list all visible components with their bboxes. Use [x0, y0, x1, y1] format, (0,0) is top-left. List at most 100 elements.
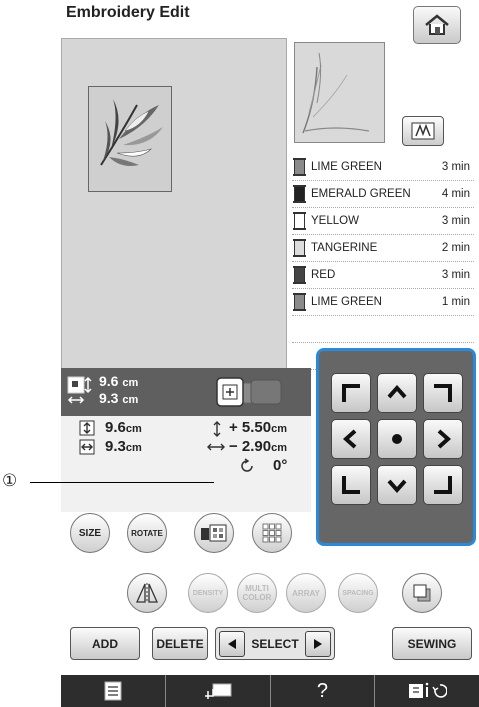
color-palette-icon: [201, 524, 227, 542]
design-height: 9.6: [105, 419, 126, 436]
thread-color-list: LIME GREEN 3 min EMERALD GREEN 4 min YEL…: [292, 154, 474, 370]
preview-icon: [411, 122, 435, 140]
select-next-button[interactable]: [305, 630, 331, 657]
color-name: TANGERINE: [311, 242, 378, 254]
leaf-design-icon: [100, 99, 163, 166]
mirror-icon: [135, 583, 159, 603]
size-button[interactable]: SIZE: [70, 513, 110, 553]
color-time: 4 min: [441, 188, 470, 200]
move-up-left-button[interactable]: [331, 373, 371, 413]
move-down-left-button[interactable]: [331, 465, 371, 505]
delete-label: DELETE: [156, 636, 204, 651]
move-arrow-panel: [316, 348, 476, 546]
center-dot-icon: [392, 434, 402, 444]
multi-color-label: MULTI COLOR: [242, 584, 272, 602]
spacing-label: SPACING: [342, 589, 374, 597]
mirror-button[interactable]: [127, 573, 167, 613]
color-row: LIME GREEN 3 min: [292, 154, 474, 181]
design-preview: [294, 42, 385, 143]
horizontal-offset-icon: [207, 443, 225, 451]
embroidery-design[interactable]: [88, 86, 172, 192]
chevron-left-icon: [342, 429, 357, 449]
move-up-right-button[interactable]: [423, 373, 463, 413]
color-row: LIME GREEN 1 min: [292, 289, 474, 316]
settings-icon: [409, 682, 448, 698]
size-label: SIZE: [78, 527, 102, 539]
height-unit: cm: [125, 423, 142, 435]
size-unit: cm: [122, 394, 139, 406]
grid-button[interactable]: [252, 513, 292, 553]
color-time: 3 min: [441, 161, 470, 173]
border-button[interactable]: [402, 573, 442, 613]
width-unit: cm: [125, 442, 142, 454]
vertical-offset: + 5.50: [229, 419, 272, 436]
thread-spool-icon: [293, 185, 306, 203]
home-icon: [425, 14, 449, 35]
settings-button[interactable]: [375, 675, 479, 707]
chevron-down-icon: [387, 479, 407, 494]
width-icon: [79, 439, 95, 455]
move-down-button[interactable]: [377, 465, 417, 505]
thread-spool-icon: [293, 293, 306, 311]
presser-foot-icon: [204, 683, 232, 699]
add-button[interactable]: ADD: [70, 627, 140, 660]
vertical-offset-icon: [213, 421, 221, 437]
add-label: ADD: [92, 636, 118, 651]
color-name: LIME GREEN: [311, 296, 382, 308]
color-time: 1 min: [441, 296, 470, 308]
sewing-label: SEWING: [407, 636, 457, 651]
position-info-area: 9.6cm 9.3cm + 5.50cm − 2.90cm 0°: [61, 416, 311, 512]
rotate-label: ROTATE: [131, 528, 163, 538]
empty-color-row: [292, 316, 474, 343]
rotate-button[interactable]: ROTATE: [127, 513, 167, 553]
select-previous-button[interactable]: [219, 630, 245, 657]
density-label: DENSITY: [192, 589, 224, 597]
color-name: RED: [311, 269, 336, 281]
density-button[interactable]: DENSITY: [188, 573, 228, 613]
presser-foot-button[interactable]: [166, 675, 271, 707]
arrow-up-right-icon: [434, 384, 452, 402]
preview-button[interactable]: [402, 116, 444, 146]
move-left-button[interactable]: [331, 419, 371, 459]
design-width: 9.3: [105, 438, 126, 455]
color-change-button[interactable]: [194, 513, 234, 553]
move-up-button[interactable]: [377, 373, 417, 413]
horizontal-offset: − 2.90: [229, 438, 272, 455]
callout-line: [30, 482, 214, 483]
border-icon: [413, 584, 431, 602]
grid-icon: [262, 523, 282, 543]
color-time: 3 min: [441, 269, 470, 281]
center-button[interactable]: [377, 419, 417, 459]
hoop-icon: [216, 377, 282, 407]
color-time: 2 min: [441, 242, 470, 254]
move-right-button[interactable]: [423, 419, 463, 459]
color-row: EMERALD GREEN 4 min: [292, 181, 474, 208]
triangle-right-icon: [314, 638, 322, 649]
spacing-button[interactable]: SPACING: [338, 573, 378, 613]
multi-color-button[interactable]: MULTI COLOR: [237, 573, 277, 613]
size-height: 9.6: [99, 373, 119, 389]
move-down-right-button[interactable]: [423, 465, 463, 505]
page-button[interactable]: [61, 675, 166, 707]
status-bar: ?: [61, 675, 479, 707]
size-icon: [67, 376, 92, 404]
arrow-up-left-icon: [342, 384, 360, 402]
document-icon: [104, 681, 122, 701]
array-button[interactable]: ARRAY: [286, 573, 326, 613]
triangle-left-icon: [228, 638, 236, 649]
sewing-button[interactable]: SEWING: [392, 627, 472, 660]
delete-button[interactable]: DELETE: [152, 627, 208, 660]
rotation-icon: [241, 458, 253, 472]
color-row: YELLOW 3 min: [292, 208, 474, 235]
help-icon: ?: [316, 679, 328, 702]
leaf-preview-icon: [302, 52, 370, 134]
thread-spool-icon: [293, 266, 306, 284]
home-button[interactable]: [413, 6, 461, 44]
arrow-down-left-icon: [342, 476, 360, 494]
array-label: ARRAY: [292, 588, 320, 598]
rotation-angle: 0°: [273, 457, 288, 474]
help-button[interactable]: ?: [271, 675, 376, 707]
size-unit: cm: [122, 377, 139, 389]
thread-spool-icon: [293, 239, 306, 257]
height-icon: [79, 420, 95, 436]
